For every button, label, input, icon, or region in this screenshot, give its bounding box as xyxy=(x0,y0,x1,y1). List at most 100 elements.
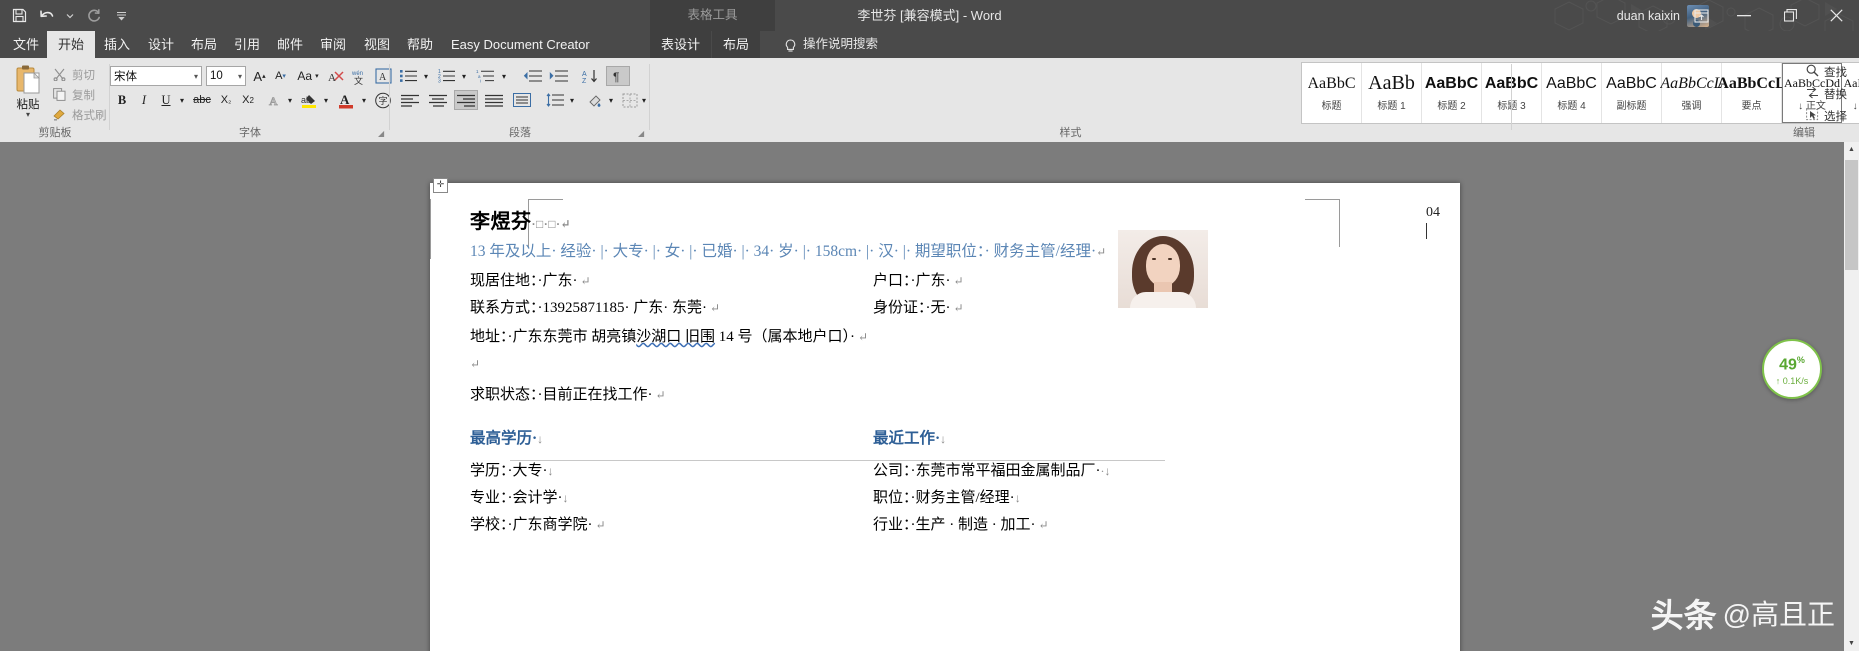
multilevel-dropdown-icon[interactable]: ▾ xyxy=(498,66,510,86)
id-label: 身份证： xyxy=(873,300,926,316)
underline-dropdown-icon[interactable]: ▾ xyxy=(176,90,188,110)
numbering-dropdown-icon[interactable]: ▾ xyxy=(458,66,470,86)
paragraph-dialog-launcher[interactable]: ◢ xyxy=(638,129,648,139)
minimize-icon[interactable] xyxy=(1721,0,1767,31)
distributed-icon[interactable] xyxy=(510,90,534,110)
tab-home[interactable]: 开始 xyxy=(47,31,96,58)
ribbon-tabs[interactable]: 文件 开始 插入 设计 布局 引用 邮件 审阅 视图 帮助 Easy Docum… xyxy=(0,31,1859,58)
sort-icon[interactable]: AZ xyxy=(580,66,602,86)
font-family-combo[interactable]: 宋体 ▾ xyxy=(110,66,202,86)
scroll-up-icon[interactable]: ▲ xyxy=(1844,142,1859,157)
undo-icon[interactable] xyxy=(34,3,60,29)
chevron-down-icon[interactable]: ▾ xyxy=(235,72,242,81)
highlight-dropdown-icon[interactable]: ▾ xyxy=(320,90,332,110)
align-center-icon[interactable] xyxy=(426,90,450,110)
align-right-icon[interactable] xyxy=(454,90,478,110)
tab-easy-document-creator[interactable]: Easy Document Creator xyxy=(440,31,601,58)
job-position-label: 职位： xyxy=(873,490,911,506)
tab-mailings[interactable]: 邮件 xyxy=(266,31,314,58)
bullets-dropdown-icon[interactable]: ▾ xyxy=(420,66,432,86)
line-spacing-dropdown-icon[interactable]: ▾ xyxy=(566,90,578,110)
bullets-icon[interactable] xyxy=(398,66,420,86)
tab-design[interactable]: 设计 xyxy=(137,31,185,58)
superscript-icon[interactable]: X2 xyxy=(238,90,258,110)
find-button[interactable]: 查找 xyxy=(1806,64,1847,80)
text-cursor xyxy=(1426,223,1427,239)
font-color-icon[interactable]: A xyxy=(335,90,357,110)
document-page[interactable]: ✛ 04 李煜芬·□·□·↵ 13 年及以上· 经验· |· 大专· |· 女·… xyxy=(430,178,1460,651)
shading-dropdown-icon[interactable]: ▾ xyxy=(605,90,617,110)
tell-me-search[interactable]: 操作说明搜索 xyxy=(784,31,878,58)
align-left-icon[interactable] xyxy=(398,90,422,110)
paste-button[interactable]: 粘贴 ▾ xyxy=(6,62,50,124)
tab-insert[interactable]: 插入 xyxy=(93,31,141,58)
style-tile[interactable]: AaBbC 标题 xyxy=(1302,63,1362,123)
margin-mark xyxy=(430,199,431,259)
font-color-dropdown-icon[interactable]: ▾ xyxy=(358,90,370,110)
grow-font-icon[interactable]: A ▴ xyxy=(250,66,269,86)
text-effects-dropdown-icon[interactable]: ▾ xyxy=(284,90,296,110)
tab-help[interactable]: 帮助 xyxy=(396,31,444,58)
tab-layout[interactable]: 布局 xyxy=(180,31,228,58)
customize-qat-icon[interactable] xyxy=(108,3,134,29)
job-company-cell: 公司：·东莞市常平福田金属制品厂··↓ xyxy=(873,463,1111,479)
style-tile[interactable]: AaBbC 标题 2 xyxy=(1422,63,1482,123)
tab-table-design[interactable]: 表设计 xyxy=(650,31,712,58)
quick-access-toolbar[interactable] xyxy=(6,0,134,31)
save-icon[interactable] xyxy=(6,3,32,29)
underline-icon[interactable]: U xyxy=(156,90,176,110)
shading-icon[interactable] xyxy=(585,90,605,110)
chevron-down-icon[interactable]: ▾ xyxy=(191,72,198,81)
tab-references[interactable]: 引用 xyxy=(223,31,271,58)
italic-icon[interactable]: I xyxy=(134,90,154,110)
replace-button[interactable]: 替换 xyxy=(1806,86,1847,102)
text-effects-icon[interactable]: A xyxy=(265,90,285,110)
shrink-font-icon[interactable]: A ▾ xyxy=(271,66,290,86)
strikethrough-icon[interactable]: abc xyxy=(190,90,214,110)
close-icon[interactable] xyxy=(1813,0,1859,31)
scroll-thumb[interactable] xyxy=(1845,160,1858,270)
ribbon-display-options-icon[interactable] xyxy=(1681,0,1721,31)
text-highlight-color-icon[interactable]: ab xyxy=(298,90,320,110)
font-size-combo[interactable]: 10 ▾ xyxy=(206,66,246,86)
multilevel-list-icon[interactable]: 1ai xyxy=(474,66,498,86)
resume-name-line: 李煜芬·□·□·↵ xyxy=(470,211,572,233)
borders-icon[interactable] xyxy=(620,90,640,110)
phonetic-guide-icon[interactable]: wén 文 xyxy=(349,66,371,86)
tab-file[interactable]: 文件 xyxy=(2,31,50,58)
select-button[interactable]: 选择 xyxy=(1806,108,1847,124)
format-painter-button[interactable]: 格式刷 xyxy=(52,105,107,124)
style-tile[interactable]: AaBb 标题 1 xyxy=(1362,63,1422,123)
paste-dropdown-icon[interactable]: ▾ xyxy=(6,111,50,119)
window-controls[interactable] xyxy=(1681,0,1859,31)
line-spacing-icon[interactable] xyxy=(544,90,566,110)
undo-dropdown-icon[interactable] xyxy=(62,3,78,29)
change-case-icon[interactable]: Aa ▾ xyxy=(294,66,322,86)
redo-icon[interactable] xyxy=(80,3,106,29)
subscript-icon[interactable]: X₂ xyxy=(216,90,236,110)
network-speed-widget[interactable]: 49% ↑ 0.1K/s xyxy=(1762,339,1822,399)
margin-mark xyxy=(1305,199,1340,200)
show-formatting-marks-icon[interactable]: ¶ xyxy=(606,66,630,86)
document-canvas[interactable]: ✛ 04 李煜芬·□·□·↵ 13 年及以上· 经验· |· 大专· |· 女·… xyxy=(0,142,1859,651)
vertical-scrollbar[interactable]: ▲ ▼ xyxy=(1844,142,1859,651)
font-dialog-launcher[interactable]: ◢ xyxy=(378,129,388,139)
scroll-down-icon[interactable]: ▼ xyxy=(1844,636,1859,651)
tab-view[interactable]: 视图 xyxy=(353,31,401,58)
font-size-value: 10 xyxy=(210,70,223,82)
clear-formatting-icon[interactable]: A xyxy=(326,66,346,86)
group-label-font: 字体 xyxy=(239,127,261,139)
justify-icon[interactable] xyxy=(482,90,506,110)
restore-icon[interactable] xyxy=(1767,0,1813,31)
ribbon: 粘贴 ▾ 剪切 复制 格式刷 剪贴板 宋体 ▾ 10 ▾ A ▴ A ▾ Aa … xyxy=(0,58,1859,143)
decrease-indent-icon[interactable] xyxy=(520,66,544,86)
bold-icon[interactable]: B xyxy=(112,90,132,110)
cut-button[interactable]: 剪切 xyxy=(52,65,95,84)
copy-button[interactable]: 复制 xyxy=(52,85,95,104)
document-body[interactable]: ✛ 04 李煜芬·□·□·↵ 13 年及以上· 经验· |· 大专· |· 女·… xyxy=(433,178,1440,539)
tab-table-layout[interactable]: 布局 xyxy=(712,31,761,58)
table-move-handle[interactable]: ✛ xyxy=(433,178,448,193)
increase-indent-icon[interactable] xyxy=(546,66,570,86)
numbering-icon[interactable]: 123 xyxy=(436,66,458,86)
tab-review[interactable]: 审阅 xyxy=(309,31,357,58)
